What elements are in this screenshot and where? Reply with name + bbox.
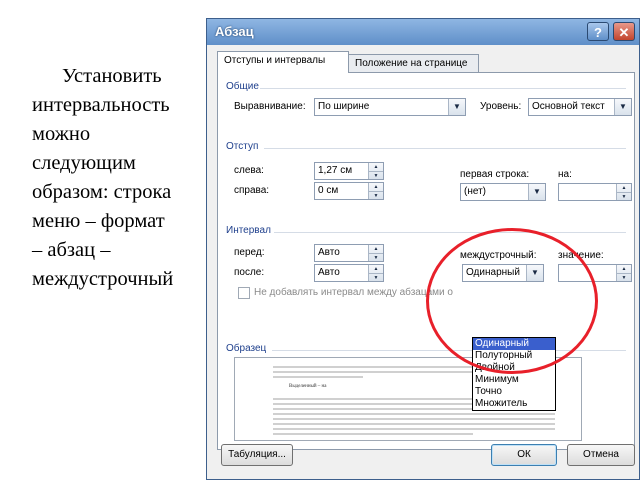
divider [260,88,626,89]
first-line-value: (нет) [464,186,486,197]
after-value: Авто [318,267,340,278]
spin-down-icon[interactable]: ▼ [369,191,383,200]
line-spacing-label: междустрочный: [460,250,537,261]
tab-indents-spacing[interactable]: Отступы и интервалы [217,51,349,73]
spin-down-icon[interactable]: ▼ [369,273,383,282]
spin-up-icon[interactable]: ▲ [369,183,383,191]
after-spinner[interactable]: Авто ▲ ▼ [314,264,384,282]
preview-line [273,423,555,425]
before-spinner[interactable]: Авто ▲ ▼ [314,244,384,262]
preview-line [273,418,555,420]
no-space-label: Не добавлять интервал между абзацами о [254,287,453,298]
level-label: Уровень: [480,101,522,112]
first-line-label: первая строка: [460,169,530,180]
indent-left-value: 1,27 см [318,165,353,176]
paragraph-dialog: Абзац ? ✕ Отступы и интервалы Положение … [206,18,640,480]
slide-line: следующим [32,152,136,174]
dropdown-option-double[interactable]: Двойной [473,362,555,374]
spin-down-icon[interactable]: ▼ [369,253,383,262]
level-select[interactable]: Основной текст ▼ [528,98,632,116]
section-general: Общие [226,81,259,92]
no-space-checkbox[interactable] [238,287,250,299]
after-label: после: [234,267,265,278]
spin-down-icon[interactable]: ▼ [617,192,631,201]
alignment-value: По ширине [318,101,370,112]
slide-line: образом: строка [32,181,172,203]
spin-up-icon[interactable]: ▲ [369,265,383,273]
cancel-button[interactable]: Отмена [567,444,635,466]
chevron-down-icon[interactable]: ▼ [614,99,631,115]
section-indent: Отступ [226,141,259,152]
tab-panel: Общие Выравнивание: По ширине ▼ Уровень:… [217,72,635,450]
level-value: Основной текст [532,101,605,112]
section-spacing: Интервал [226,225,271,236]
divider [274,232,626,233]
spin-up-icon[interactable]: ▲ [617,184,631,192]
dropdown-option-1-5[interactable]: Полуторный [473,350,555,362]
divider [264,148,626,149]
preview-line [273,428,555,430]
line-spacing-select[interactable]: Одинарный ▼ [462,264,544,282]
chevron-down-icon[interactable]: ▼ [448,99,465,115]
by-label: на: [558,169,572,180]
alignment-select[interactable]: По ширине ▼ [314,98,466,116]
slide-line: – абзац – [32,239,111,261]
preview-line [273,376,363,378]
close-button[interactable]: ✕ [613,22,635,41]
slide-line: Установить [62,65,162,87]
line-spacing-dropdown: Одинарный Полуторный Двойной Минимум Точ… [472,337,556,411]
preview-line [273,413,555,415]
indent-right-label: справа: [234,185,270,196]
line-spacing-value: Одинарный [466,267,520,278]
chevron-down-icon[interactable]: ▼ [526,265,543,281]
close-icon: ✕ [618,25,630,40]
spin-down-icon[interactable]: ▼ [369,171,383,180]
slide-text: Установить интервальность можно следующи… [32,62,210,294]
preview-sample-text: Выделенный – на [289,384,327,389]
preview-line [273,433,473,435]
slide-line: можно [32,123,91,145]
dropdown-option-exactly[interactable]: Точно [473,386,555,398]
divider [272,350,626,351]
by-spinner[interactable]: ▲ ▼ [558,183,632,201]
ok-button[interactable]: ОК [491,444,557,466]
chevron-down-icon[interactable]: ▼ [528,184,545,200]
before-label: перед: [234,247,265,258]
slide-line: интервальность [32,94,170,116]
spin-up-icon[interactable]: ▲ [617,265,631,273]
before-value: Авто [318,247,340,258]
title-bar[interactable]: Абзац ? ✕ [207,19,639,45]
at-spinner[interactable]: ▲ ▼ [558,264,632,282]
section-preview: Образец [226,343,267,354]
spin-up-icon[interactable]: ▲ [369,163,383,171]
dropdown-option-at-least[interactable]: Минимум [473,374,555,386]
spin-up-icon[interactable]: ▲ [369,245,383,253]
dropdown-option-single[interactable]: Одинарный [473,338,555,350]
at-label: значение: [558,250,604,261]
tabs-button[interactable]: Табуляция... [221,444,293,466]
help-icon: ? [594,25,602,40]
tab-line-page-breaks[interactable]: Положение на странице [349,54,479,73]
help-button[interactable]: ? [587,22,609,41]
indent-left-spinner[interactable]: 1,27 см ▲ ▼ [314,162,384,180]
alignment-label: Выравнивание: [234,101,306,112]
indent-right-spinner[interactable]: 0 см ▲ ▼ [314,182,384,200]
indent-left-label: слева: [234,165,264,176]
slide-line: меню – формат [32,210,165,232]
dropdown-option-multiple[interactable]: Множитель [473,398,555,410]
spin-down-icon[interactable]: ▼ [617,273,631,282]
slide-line: междустрочный [32,268,174,290]
first-line-select[interactable]: (нет) ▼ [460,183,546,201]
indent-right-value: 0 см [318,185,339,196]
dialog-title: Абзац [215,24,254,39]
